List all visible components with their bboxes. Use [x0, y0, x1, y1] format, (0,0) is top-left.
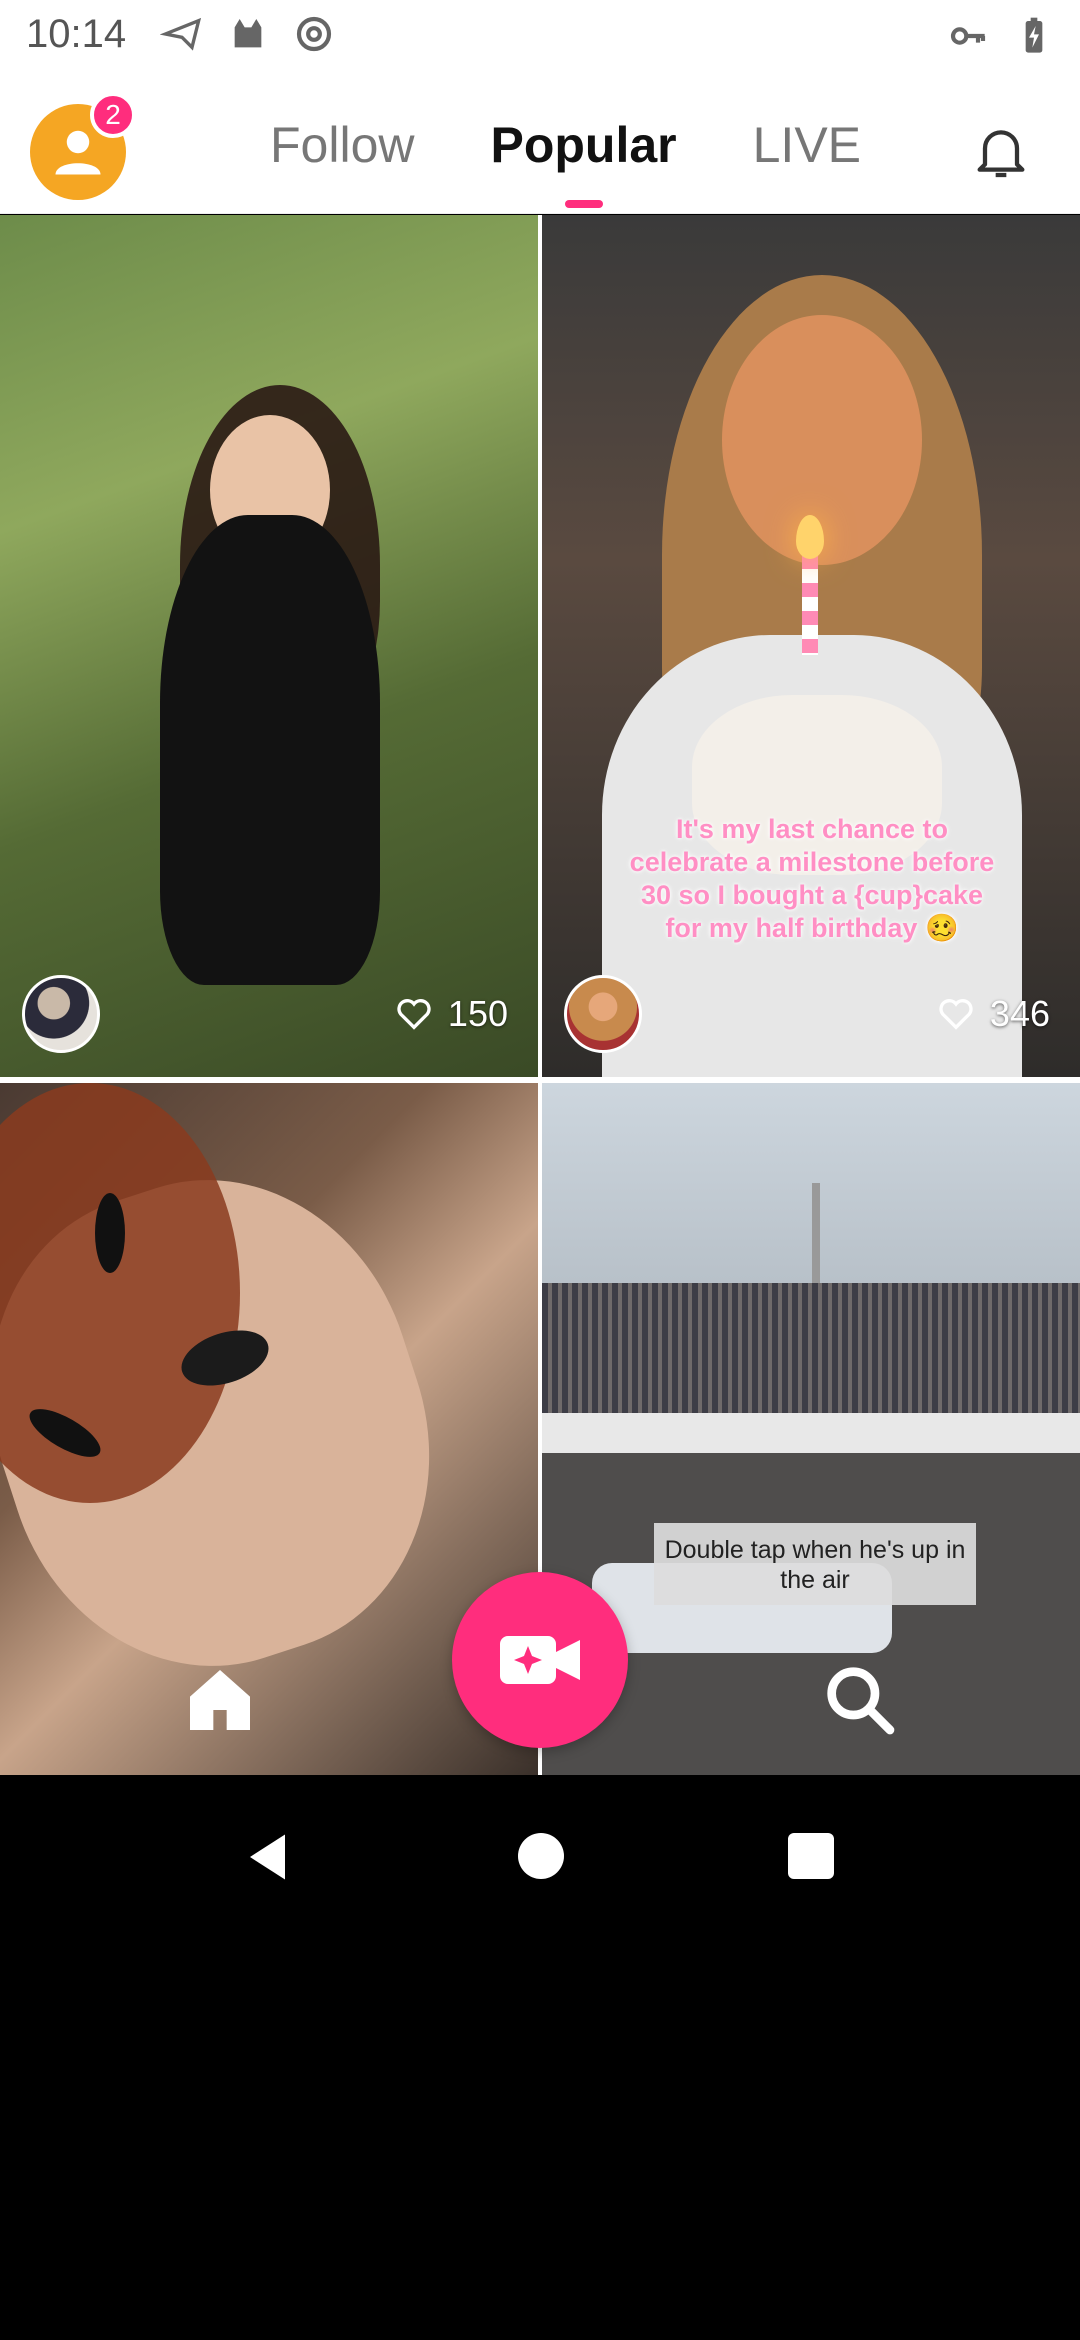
heart-icon [397, 999, 431, 1030]
thumbnail-shape [542, 1413, 1080, 1453]
cat-icon [234, 19, 262, 48]
active-tab-indicator [564, 200, 603, 208]
home-icon [190, 1670, 250, 1730]
like-count-value: 150 [447, 993, 508, 1034]
thumbnail-shape [796, 515, 824, 559]
recents-button[interactable] [788, 1833, 834, 1879]
creator-avatar[interactable] [564, 975, 642, 1053]
feed-grid: 150 It's my last chance to celebrate a m… [0, 215, 1080, 1775]
thumbnail-shape [160, 515, 380, 985]
system-nav-bar [0, 1775, 1080, 1940]
heart-icon [939, 999, 973, 1030]
like-count[interactable]: 150 [394, 993, 508, 1035]
like-count[interactable]: 346 [936, 993, 1050, 1035]
home-button[interactable] [180, 1660, 260, 1740]
send-icon [160, 17, 202, 51]
at-sign-icon [296, 16, 332, 52]
system-home-button[interactable] [518, 1833, 564, 1879]
record-video-button[interactable] [452, 1572, 628, 1748]
notifications-button[interactable] [956, 106, 1046, 196]
video-caption: Double tap when he's up in the air [654, 1523, 976, 1605]
battery-icon [1025, 17, 1043, 53]
tab-follow[interactable]: Follow [270, 116, 414, 174]
video-card[interactable]: 150 [0, 215, 538, 1077]
tab-follow-label: Follow [270, 117, 415, 173]
status-time: 10:14 [26, 12, 127, 56]
video-caption: It's my last chance to celebrate a miles… [629, 814, 995, 943]
search-button[interactable] [820, 1660, 900, 1740]
bell-icon [977, 130, 1025, 178]
video-card[interactable]: It's my last chance to celebrate a miles… [542, 215, 1080, 1077]
status-bar: 10:14 [0, 0, 1080, 72]
top-nav: 2 Follow Popular LIVE [0, 72, 1080, 214]
like-count-value: 346 [989, 993, 1050, 1034]
notification-badge: 2 [90, 92, 136, 138]
key-icon [950, 27, 986, 45]
back-icon[interactable] [240, 1827, 300, 1887]
tab-popular[interactable]: Popular [490, 116, 677, 208]
record-video-icon [500, 1636, 580, 1684]
thumbnail-shape [542, 1283, 1080, 1413]
feed-tabs: Follow Popular LIVE [270, 116, 861, 208]
tab-popular-label: Popular [490, 117, 677, 173]
search-icon [827, 1667, 895, 1735]
tab-live[interactable]: LIVE [753, 116, 861, 174]
tab-live-label: LIVE [752, 117, 862, 173]
thumbnail-shape [95, 1193, 125, 1273]
creator-avatar[interactable] [22, 975, 100, 1053]
thumbnail-shape [802, 555, 818, 655]
